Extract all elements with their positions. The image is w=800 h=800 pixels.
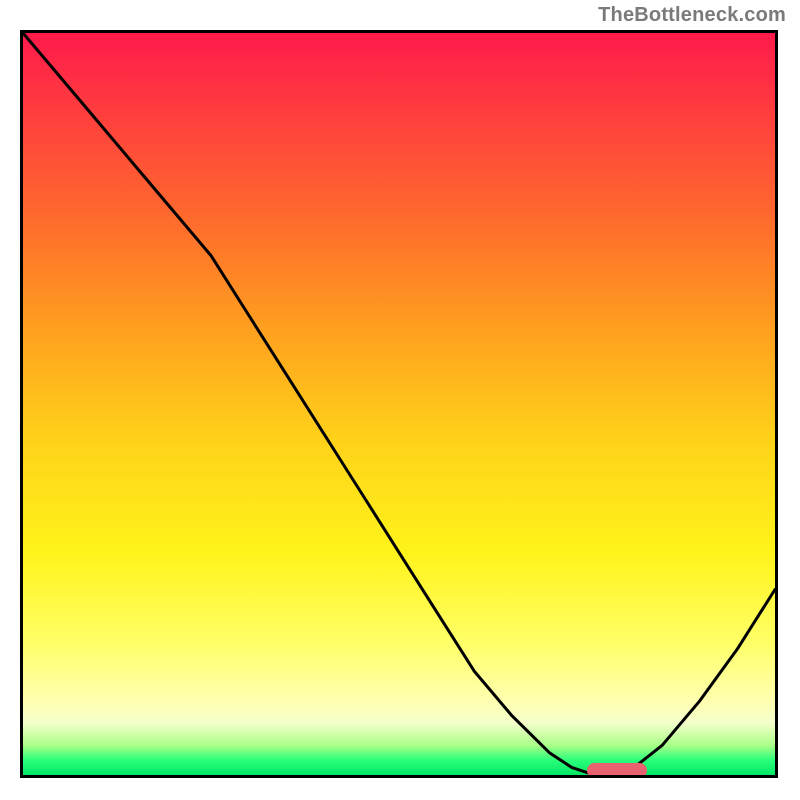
watermark-text: TheBottleneck.com	[598, 4, 786, 27]
optimal-range-marker	[587, 763, 647, 778]
chart-container: TheBottleneck.com	[0, 0, 800, 800]
plot-area	[20, 30, 778, 778]
bottleneck-curve	[23, 33, 775, 775]
